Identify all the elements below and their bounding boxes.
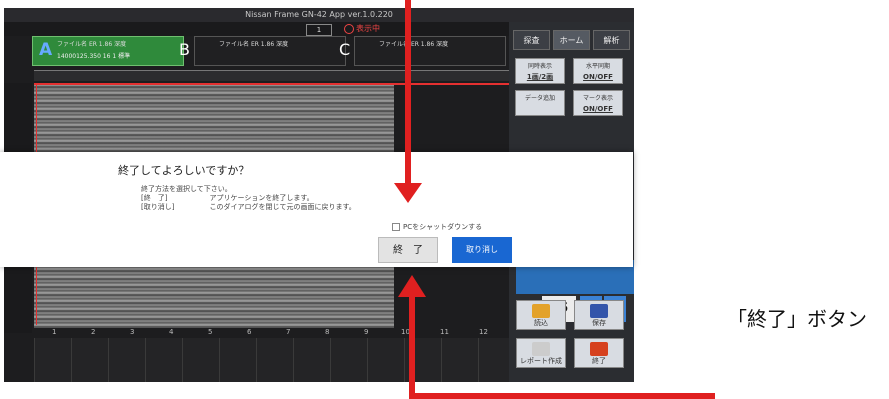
grid-number: 3 [130,328,135,336]
tab-home[interactable]: ホーム [553,30,590,50]
grid-number: 12 [479,328,488,336]
grid-number: 9 [364,328,369,336]
record-icon [344,23,354,34]
grid-number: 8 [325,328,330,336]
exit-app-button[interactable]: 終了 [574,338,624,368]
exit-dialog: 終了してよろしいですか？ 終了方法を選択して下さい。 [終 了] アプリケーショ… [0,152,633,267]
annotation-line-horizontal [409,393,715,399]
data-add-button[interactable]: データ追加 [515,90,565,116]
bottom-grid [34,338,512,382]
end-button[interactable]: 終 了 [378,237,438,263]
save-button[interactable]: 保存 [574,300,624,330]
grid-number: 11 [440,328,449,336]
top-toolbar: 1 表示中 [4,22,509,36]
grid-number: 4 [169,328,174,336]
annotation-arrow-up-icon [398,275,426,297]
annotation-line-bottom [409,295,415,399]
channel-a-letter: A [39,40,53,60]
annotation-arrow-down-icon [394,183,422,203]
grid-number: 7 [286,328,291,336]
grid-number: 1 [52,328,57,336]
mark-display-button[interactable]: マーク表示 ON/OFF [573,90,623,116]
dialog-line: [取り消し] このダイアログを閉じて元の画面に戻ります。 [141,203,356,211]
read-button[interactable]: 読込 [516,300,566,330]
tab-analysis[interactable]: 解析 [593,30,630,50]
annotation-line-top [405,0,411,188]
grid-number: 5 [208,328,213,336]
record-indicator[interactable]: 表示中 [344,23,380,35]
tab-explore[interactable]: 探査 [513,30,550,50]
grid-number: 2 [91,328,96,336]
channel-b[interactable]: B ファイル名 ER 1.86 深度 [179,36,346,66]
callout-label: 「終了」ボタン [727,307,867,331]
channel-a-value: 14000125.350 16 1 標準 [57,53,131,60]
checkbox-icon [392,223,400,231]
disk-icon [590,304,608,318]
surface-line [34,83,512,85]
report-button[interactable]: レポート作成 [516,338,566,368]
dialog-title: 終了してよろしいですか？ [118,164,250,177]
channel-c-label: ファイル名 ER 1.86 深度 [379,41,449,48]
shutdown-label: PCをシャットダウンする [403,223,483,231]
depth-scale [34,70,512,81]
channel-b-letter: B [179,40,190,59]
channel-c-letter: C [339,40,351,59]
horizontal-sync-button[interactable]: 水平同期 ON/OFF [573,58,623,84]
exit-icon [590,342,608,356]
grid-number: 6 [247,328,252,336]
report-icon [532,342,550,356]
window-title: Nissan Frame GN-42 App ver.1.0.220 [4,8,634,22]
sidebar-tabs: 探査 ホーム 解析 [513,30,631,50]
dialog-line: [終 了] アプリケーションを終了します。 [141,194,314,202]
shutdown-checkbox[interactable]: PCをシャットダウンする [392,222,482,232]
channel-panel: A ファイル名 ER 1.86 深度 14000125.350 16 1 標準 … [4,36,509,66]
cancel-button[interactable]: 取り消し [452,237,512,263]
channel-a[interactable]: A ファイル名 ER 1.86 深度 14000125.350 16 1 標準 [32,36,184,66]
channel-a-label: ファイル名 ER 1.86 深度 [57,41,127,48]
simul-display-button[interactable]: 同時表示 1画/2画 [515,58,565,84]
dialog-line: 終了方法を選択して下さい。 [141,185,232,193]
folder-icon [532,304,550,318]
record-label: 表示中 [356,24,380,33]
channel-c[interactable]: C ファイル名 ER 1.86 深度 [339,36,506,66]
counter-field[interactable]: 1 [306,24,332,36]
channel-b-label: ファイル名 ER 1.86 深度 [219,41,289,48]
dialog-body: 終了方法を選択して下さい。 [終 了] アプリケーションを終了します。 [取り消… [141,185,356,212]
